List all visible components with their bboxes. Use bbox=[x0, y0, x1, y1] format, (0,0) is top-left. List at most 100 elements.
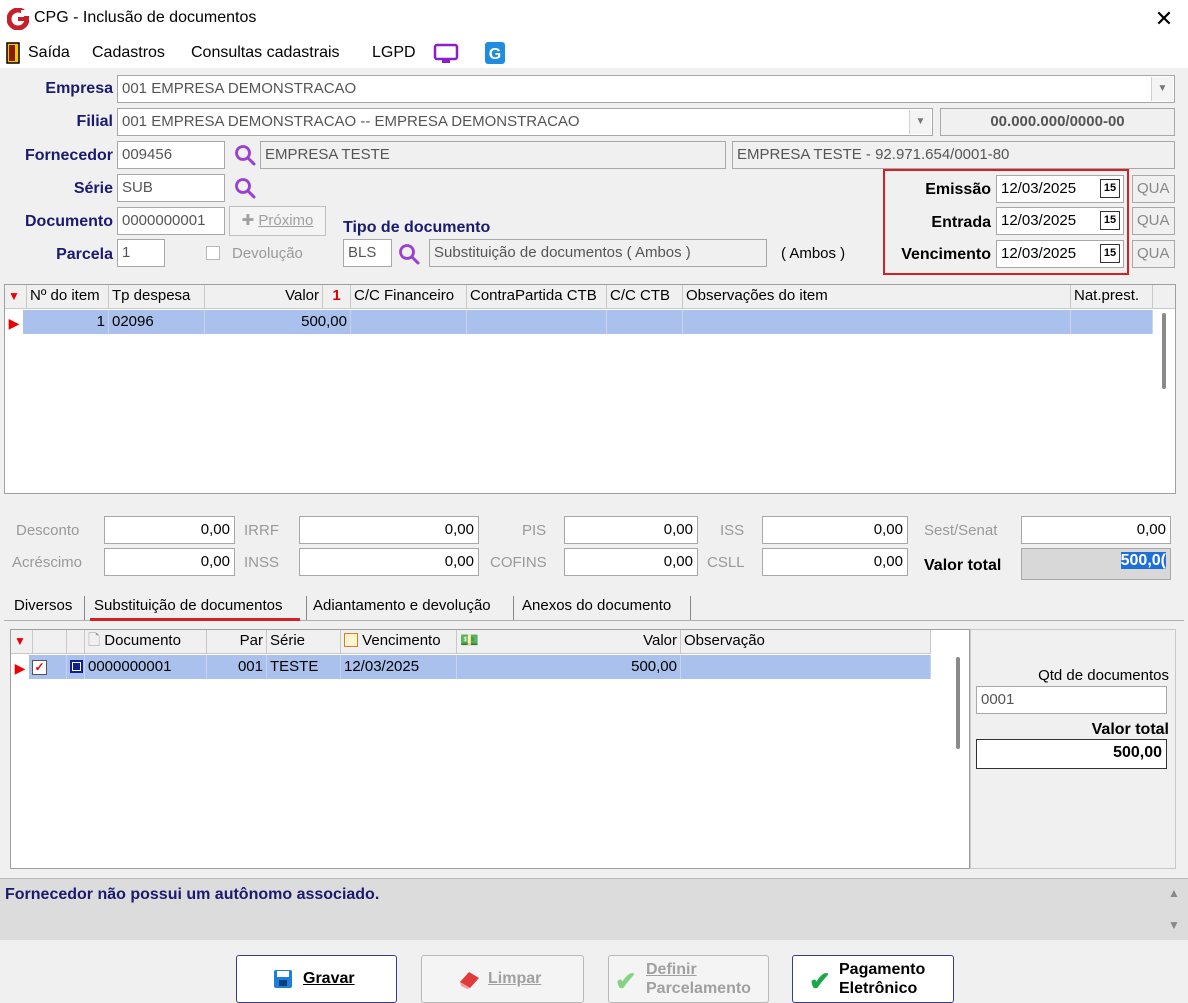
col-header-nat-prest[interactable]: Nat.prest. bbox=[1071, 285, 1153, 309]
subst-grid-scrollbar[interactable] bbox=[956, 657, 960, 749]
row-pointer-icon: ▶ bbox=[11, 655, 29, 681]
col-header-check[interactable] bbox=[33, 630, 67, 654]
cell-check[interactable]: ✓ bbox=[29, 655, 67, 679]
menu-consultas-cadastrais[interactable]: Consultas cadastrais bbox=[191, 44, 340, 62]
col-header-flag[interactable] bbox=[67, 630, 85, 654]
exit-door-icon[interactable] bbox=[6, 42, 22, 64]
valor-total-field[interactable]: 500,0( bbox=[1021, 548, 1171, 580]
subst-grid-menu-icon[interactable]: ▼ bbox=[11, 630, 33, 654]
col-header-tp-despesa[interactable]: Tp despesa bbox=[109, 285, 205, 309]
serie-search-icon[interactable] bbox=[233, 176, 257, 200]
cell-documento[interactable]: 0000000001 bbox=[85, 655, 207, 679]
cell-tp-despesa[interactable]: 02096 bbox=[109, 310, 205, 334]
sort-indicator-icon[interactable]: 1 bbox=[323, 285, 351, 309]
filial-chevron-down-icon[interactable]: ▼ bbox=[909, 110, 931, 134]
limpar-button[interactable]: Limpar bbox=[421, 955, 584, 1003]
cell-par[interactable]: 001 bbox=[207, 655, 267, 679]
emissao-weekday: QUA bbox=[1132, 175, 1175, 203]
items-grid[interactable]: ▼ Nº do item Tp despesa Valor 1 C/C Fina… bbox=[4, 284, 1176, 494]
gravar-button[interactable]: Gravar bbox=[236, 955, 397, 1003]
cell-item[interactable]: 1 bbox=[23, 310, 109, 334]
col-header-observacoes[interactable]: Observações do item bbox=[683, 285, 1071, 309]
cell-nat-prest[interactable] bbox=[1071, 310, 1153, 334]
menu-cadastros[interactable]: Cadastros bbox=[92, 44, 165, 62]
cell-valor[interactable]: 500,00 bbox=[457, 655, 681, 679]
checkbox-checked-icon[interactable]: ✓ bbox=[32, 660, 47, 675]
items-grid-scrollbar[interactable] bbox=[1162, 313, 1166, 389]
empresa-select[interactable]: 001 EMPRESA DEMONSTRACAO bbox=[117, 75, 1175, 103]
col-header-documento[interactable]: 🗋 Documento bbox=[85, 630, 207, 654]
col-header-serie[interactable]: Série bbox=[267, 630, 341, 654]
cell-valor[interactable]: 500,00 bbox=[205, 310, 351, 334]
pagamento-eletronico-button[interactable]: ✔ Pagamento Eletrônico bbox=[792, 955, 954, 1003]
emissao-label: Emissão bbox=[925, 181, 991, 198]
substitution-grid[interactable]: ▼ 🗋 Documento Par Série Vencimento 💵 Valo… bbox=[10, 629, 970, 869]
entrada-calendar-icon[interactable]: 15 bbox=[1100, 211, 1120, 230]
vencimento-calendar-icon[interactable]: 15 bbox=[1100, 244, 1120, 263]
tipo-documento-description: Substituição de documentos ( Ambos ) bbox=[429, 239, 767, 267]
active-tab-underline bbox=[90, 618, 300, 621]
col-header-cc-financeiro[interactable]: C/C Financeiro bbox=[351, 285, 467, 309]
col-header-vencimento[interactable]: Vencimento bbox=[341, 630, 457, 654]
col-header-valor[interactable]: Valor bbox=[205, 285, 323, 309]
proximo-button[interactable]: ✚ Próximo bbox=[229, 206, 326, 236]
col-header-valor[interactable]: 💵 Valor bbox=[457, 630, 681, 654]
csll-input[interactable]: 0,00 bbox=[762, 548, 908, 576]
serie-label: Série bbox=[73, 180, 113, 197]
menu-saida[interactable]: Saída bbox=[28, 44, 70, 62]
tab-substituicao-documentos[interactable]: Substituição de documentos bbox=[90, 594, 286, 618]
cell-observacoes[interactable] bbox=[683, 310, 1071, 334]
acrescimo-input[interactable]: 0,00 bbox=[104, 548, 235, 576]
tipo-documento-label: Tipo de documento bbox=[343, 219, 491, 236]
fornecedor-search-icon[interactable] bbox=[233, 143, 257, 167]
tab-separator bbox=[513, 596, 514, 620]
col-header-par[interactable]: Par bbox=[207, 630, 267, 654]
monitor-icon[interactable] bbox=[433, 43, 459, 65]
parcela-input[interactable]: 1 bbox=[117, 239, 165, 267]
tab-diversos[interactable]: Diversos bbox=[10, 594, 76, 620]
col-header-observacao[interactable]: Observação bbox=[681, 630, 931, 654]
app-g-icon[interactable]: G bbox=[484, 41, 506, 65]
sest-senat-input[interactable]: 0,00 bbox=[1021, 516, 1171, 544]
fornecedor-full: EMPRESA TESTE - 92.971.654/0001-80 bbox=[732, 141, 1175, 169]
col-header-cc-ctb[interactable]: C/C CTB bbox=[607, 285, 683, 309]
table-row[interactable]: ▶ ✓ 0000000001 001 TESTE 12/03/2025 500,… bbox=[11, 655, 931, 681]
scroll-up-icon[interactable]: ▲ bbox=[1168, 886, 1180, 900]
empresa-chevron-down-icon[interactable]: ▼ bbox=[1151, 77, 1173, 101]
serie-input[interactable]: SUB bbox=[117, 174, 225, 202]
cell-vencimento[interactable]: 12/03/2025 bbox=[341, 655, 457, 679]
cell-serie[interactable]: TESTE bbox=[267, 655, 341, 679]
cell-contrapartida-ctb[interactable] bbox=[467, 310, 607, 334]
cell-cc-financeiro[interactable] bbox=[351, 310, 467, 334]
menu-lgpd[interactable]: LGPD bbox=[372, 44, 416, 62]
cell-cc-ctb[interactable] bbox=[607, 310, 683, 334]
tipo-documento-code-input[interactable]: BLS bbox=[343, 239, 392, 267]
tab-anexos-documento[interactable]: Anexos do documento bbox=[518, 594, 675, 620]
proximo-label: Próximo bbox=[258, 212, 314, 229]
emissao-calendar-icon[interactable]: 15 bbox=[1100, 179, 1120, 198]
col-header-contrapartida-ctb[interactable]: ContraPartida CTB bbox=[467, 285, 607, 309]
definir-parcelamento-button[interactable]: ✔ Definir Parcelamento bbox=[608, 955, 769, 1003]
grid-menu-icon[interactable]: ▼ bbox=[5, 285, 27, 309]
iss-input[interactable]: 0,00 bbox=[762, 516, 908, 544]
fornecedor-code-input[interactable]: 009456 bbox=[117, 141, 225, 169]
menu-bar bbox=[0, 38, 1188, 68]
tab-adiantamento-devolucao[interactable]: Adiantamento e devolução bbox=[309, 594, 495, 620]
tipo-documento-search-icon[interactable] bbox=[397, 242, 421, 266]
close-icon[interactable]: ✕ bbox=[1150, 6, 1178, 32]
desconto-input[interactable]: 0,00 bbox=[104, 516, 235, 544]
filial-select[interactable]: 001 EMPRESA DEMONSTRACAO -- EMPRESA DEMO… bbox=[117, 108, 933, 136]
cofins-input[interactable]: 0,00 bbox=[564, 548, 698, 576]
status-message: Fornecedor não possui um autônomo associ… bbox=[5, 886, 380, 903]
documento-input[interactable]: 0000000001 bbox=[117, 207, 225, 235]
scroll-down-icon[interactable]: ▼ bbox=[1168, 918, 1180, 932]
col-header-item[interactable]: Nº do item bbox=[27, 285, 109, 309]
devolucao-checkbox[interactable] bbox=[206, 246, 220, 260]
inss-input[interactable]: 0,00 bbox=[299, 548, 479, 576]
cell-observacao[interactable] bbox=[681, 655, 931, 679]
irrf-input[interactable]: 0,00 bbox=[299, 516, 479, 544]
table-row[interactable]: ▶ 1 02096 500,00 bbox=[5, 310, 1153, 336]
pis-input[interactable]: 0,00 bbox=[564, 516, 698, 544]
cell-flag[interactable] bbox=[67, 655, 85, 679]
check-icon: ✔ bbox=[809, 966, 831, 996]
